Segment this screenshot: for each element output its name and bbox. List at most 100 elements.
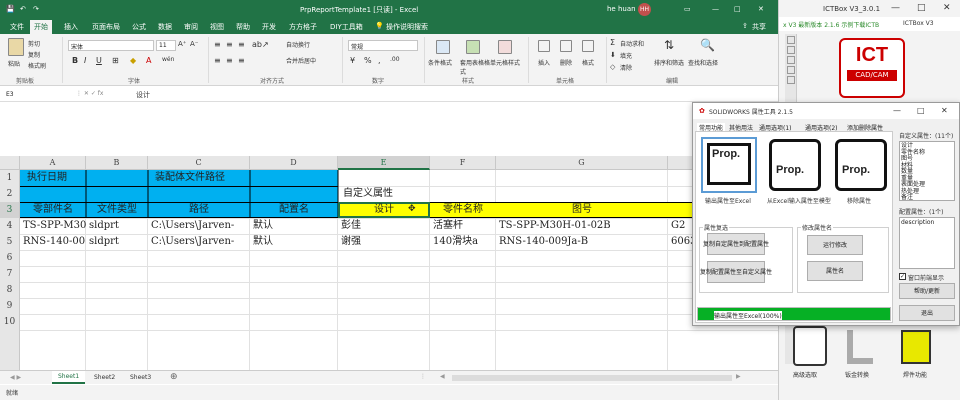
ribbon-options-icon[interactable]: ▭	[684, 5, 691, 13]
sheetmetal-icon[interactable]	[847, 330, 873, 364]
conditional-format-button[interactable]: 条件格式	[428, 58, 452, 67]
tab-file[interactable]: 文件	[10, 22, 24, 32]
phonetic-button[interactable]: wén	[162, 56, 174, 63]
align-right-icon[interactable]: ≡	[238, 56, 245, 65]
formula-controls-icon[interactable]: ⋮ ✕ ✓ fx	[76, 90, 103, 97]
minimize-icon[interactable]: —	[712, 5, 719, 13]
advanced-select-icon[interactable]	[793, 326, 827, 366]
row-header[interactable]: 3	[0, 202, 20, 218]
number-format-select[interactable]: 常规	[348, 40, 418, 51]
tab-page-layout[interactable]: 页面布局	[92, 22, 120, 32]
undo-icon[interactable]: ↶	[20, 5, 26, 13]
copy-custom-to-config-button[interactable]: 复制自定属性到配置属性	[703, 233, 769, 255]
sidebar-tool-icon[interactable]	[787, 76, 795, 84]
table-format-icon[interactable]	[466, 40, 480, 54]
insert-cells-button[interactable]: 插入	[538, 58, 550, 67]
custom-props-list[interactable]: 设计 零件名称 图号 材料 数量 重量 表面处理 热处理 备注	[899, 141, 955, 201]
comma-icon[interactable]: ,	[378, 56, 381, 65]
cell-a3[interactable]: 零部件名	[20, 202, 86, 218]
cell-f3[interactable]: 零件名称	[430, 202, 496, 218]
sheet-tab[interactable]: Sheet1	[52, 371, 86, 384]
sidebar-tool-icon[interactable]	[787, 66, 795, 74]
close-icon[interactable]: ✕	[758, 5, 764, 13]
maximize-icon[interactable]: □	[917, 3, 926, 13]
row-header[interactable]: 8	[0, 282, 20, 298]
column-header[interactable]: F	[430, 156, 496, 170]
find-select-icon[interactable]: 🔍	[700, 38, 715, 52]
weldment-icon[interactable]	[901, 330, 931, 364]
fill-icon[interactable]: ⬇	[610, 51, 616, 59]
tab-home[interactable]: 开始	[30, 20, 52, 34]
close-icon[interactable]: ✕	[943, 3, 951, 13]
cell-c1[interactable]: 装配体文件路径	[152, 170, 272, 186]
cell-g4[interactable]: TS-SPP-M30H-01-02B	[496, 218, 668, 234]
column-header[interactable]: A	[20, 156, 86, 170]
align-top-icon[interactable]: ≡	[214, 40, 221, 49]
paste-icon[interactable]	[8, 38, 24, 56]
cell-d4[interactable]: 默认	[250, 218, 338, 234]
cut-button[interactable]: 剪切	[28, 39, 40, 48]
percent-icon[interactable]: %	[364, 56, 372, 65]
table-format-button[interactable]: 套用表格格式	[460, 58, 490, 76]
cell-c3[interactable]: 路径	[148, 202, 250, 218]
cell-e2[interactable]: 自定义属性	[340, 186, 430, 202]
find-select-button[interactable]: 查找和选择	[688, 58, 718, 67]
row-header[interactable]: 2	[0, 186, 20, 202]
export-excel-button[interactable]: Prop.	[701, 137, 757, 193]
avatar[interactable]: HH	[638, 3, 651, 16]
formula-input[interactable]: 设计	[136, 90, 150, 100]
italic-button[interactable]: I	[84, 56, 86, 65]
column-header[interactable]: B	[86, 156, 148, 170]
tell-me-search[interactable]: 操作说明搜索	[386, 22, 428, 32]
scroll-right-icon[interactable]: ▶	[736, 373, 741, 380]
import-excel-label[interactable]: 从Excel输入属性至模型	[767, 196, 831, 205]
wrap-text-button[interactable]: 自动换行	[286, 40, 310, 49]
tool-label[interactable]: 钣金转换	[845, 370, 869, 379]
align-left-icon[interactable]: ≡	[214, 56, 221, 65]
cell-c4[interactable]: C:\Users\Jarven-	[148, 218, 250, 234]
orientation-icon[interactable]: ab↗	[252, 40, 269, 49]
cell-b4[interactable]: sldprt	[86, 218, 148, 234]
ontop-checkbox[interactable]: ✓	[899, 273, 906, 280]
row-header[interactable]: 9	[0, 298, 20, 314]
cell-e3[interactable]: 设计	[338, 202, 430, 218]
cell-f4[interactable]: 活塞杆	[430, 218, 496, 234]
horizontal-scrollbar[interactable]	[452, 375, 732, 381]
tab-fangfang[interactable]: 方方格子	[289, 22, 317, 32]
insert-cells-icon[interactable]	[538, 40, 550, 52]
maximize-icon[interactable]: □	[917, 106, 925, 115]
sidebar-tool-icon[interactable]	[787, 56, 795, 64]
row-header[interactable]: 5	[0, 234, 20, 250]
autosum-icon[interactable]: Σ	[610, 38, 615, 47]
decimal-icon[interactable]: .00	[390, 56, 400, 63]
font-color-icon[interactable]: A	[146, 56, 151, 65]
cell-a4[interactable]: TS-SPP-M30	[20, 218, 86, 234]
sidebar-tool-icon[interactable]	[787, 36, 795, 44]
tab-review[interactable]: 审阅	[184, 22, 198, 32]
cell-f5[interactable]: 140滑块a	[430, 234, 496, 250]
minimize-icon[interactable]: —	[891, 3, 900, 13]
add-sheet-icon[interactable]: ⊕	[170, 372, 178, 382]
cell-c5[interactable]: C:\Users\Jarven-	[148, 234, 250, 250]
tab-insert[interactable]: 插入	[64, 22, 78, 32]
cell-d5[interactable]: 默认	[250, 234, 338, 250]
merge-center-button[interactable]: 合并后居中	[286, 56, 316, 65]
close-icon[interactable]: ✕	[941, 106, 948, 115]
tool-label[interactable]: 高级选取	[793, 370, 817, 379]
sheet-tab[interactable]: Sheet2	[94, 374, 115, 381]
autosum-button[interactable]: 自动求和	[620, 39, 644, 48]
bold-button[interactable]: B	[72, 56, 78, 65]
minimize-icon[interactable]: —	[893, 106, 901, 115]
cell-g5[interactable]: RNS-140-009Ja-B	[496, 234, 668, 250]
column-header[interactable]: G	[496, 156, 668, 170]
cell-style-button[interactable]: 单元格样式	[490, 58, 520, 67]
save-icon[interactable]: 💾	[6, 5, 15, 13]
copy-button[interactable]: 复制	[28, 50, 40, 59]
help-update-button[interactable]: 帮助/更新	[899, 283, 955, 299]
fill-color-icon[interactable]: ◆	[130, 56, 136, 65]
list-item[interactable]: 备注	[901, 194, 953, 200]
tab-help[interactable]: 帮助	[236, 22, 250, 32]
clear-icon[interactable]: ◇	[610, 63, 615, 71]
row-header[interactable]: 4	[0, 218, 20, 234]
sort-filter-button[interactable]: 排序和筛选	[654, 58, 684, 67]
